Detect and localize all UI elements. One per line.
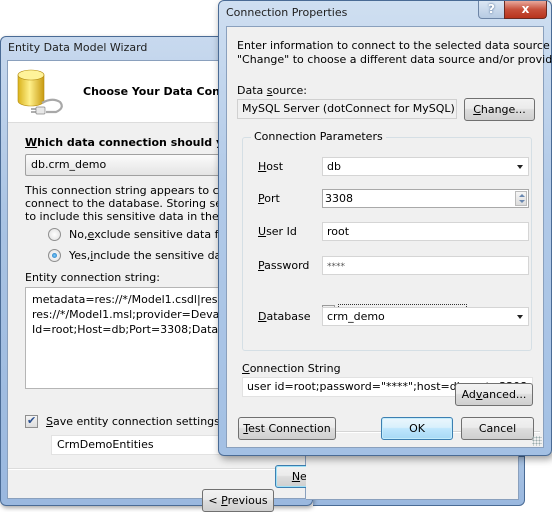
database-label: Database [258, 310, 311, 323]
user-id-input[interactable]: root [322, 222, 529, 241]
chevron-down-icon[interactable] [517, 315, 523, 319]
data-source-field: MySQL Server (dotConnect for MySQL) [237, 99, 457, 119]
port-spinner[interactable] [515, 191, 527, 206]
dialog-cancel-button[interactable]: Cancel [461, 417, 534, 440]
host-label: Host [258, 160, 284, 173]
host-dropdown[interactable]: db [322, 157, 529, 176]
resize-grip[interactable] [532, 436, 542, 446]
wizard-footer-area [306, 450, 519, 500]
dialog-instructions: Enter information to connect to the sele… [237, 39, 552, 66]
wizard-footer-divider [8, 468, 305, 470]
radio-button[interactable] [48, 228, 61, 241]
close-icon[interactable]: x [504, 1, 547, 19]
test-connection-button[interactable]: Test Connection [238, 417, 336, 440]
entity-connection-string-label: Entity connection string: [25, 271, 160, 284]
password-label: Password [258, 259, 310, 272]
radio-button-selected[interactable] [48, 249, 61, 262]
previous-button[interactable]: < Previous [202, 489, 274, 512]
port-input[interactable]: 3308 [322, 189, 529, 208]
connection-string-label: Connection String [242, 362, 341, 375]
user-id-label: User Id [258, 225, 297, 238]
connection-parameters-title: Connection Parameters [251, 130, 386, 143]
password-input[interactable]: **** [322, 256, 529, 275]
data-source-label: Data source: [237, 84, 308, 97]
change-button[interactable]: Change... [464, 98, 535, 121]
spin-up-icon[interactable] [519, 194, 525, 197]
ok-button[interactable]: OK [381, 417, 453, 440]
database-dropdown[interactable]: crm_demo [322, 307, 529, 326]
chevron-down-icon[interactable] [517, 165, 523, 169]
connection-properties-dialog: Connection Properties ? x Enter informat… [218, 0, 552, 456]
save-settings-checkbox[interactable] [25, 414, 38, 428]
dialog-title: Connection Properties [226, 6, 348, 19]
connection-parameters-group: Connection Parameters Host db Port 3308 … [242, 130, 532, 351]
spin-down-icon[interactable] [519, 200, 525, 203]
advanced-button[interactable]: Advanced... [455, 383, 533, 406]
wizard-title: Entity Data Model Wizard [8, 41, 148, 54]
port-label: Port [258, 192, 280, 205]
dialog-client-area: Enter information to connect to the sele… [226, 26, 552, 448]
help-icon[interactable]: ? [478, 1, 505, 19]
database-connection-icon [17, 69, 63, 115]
